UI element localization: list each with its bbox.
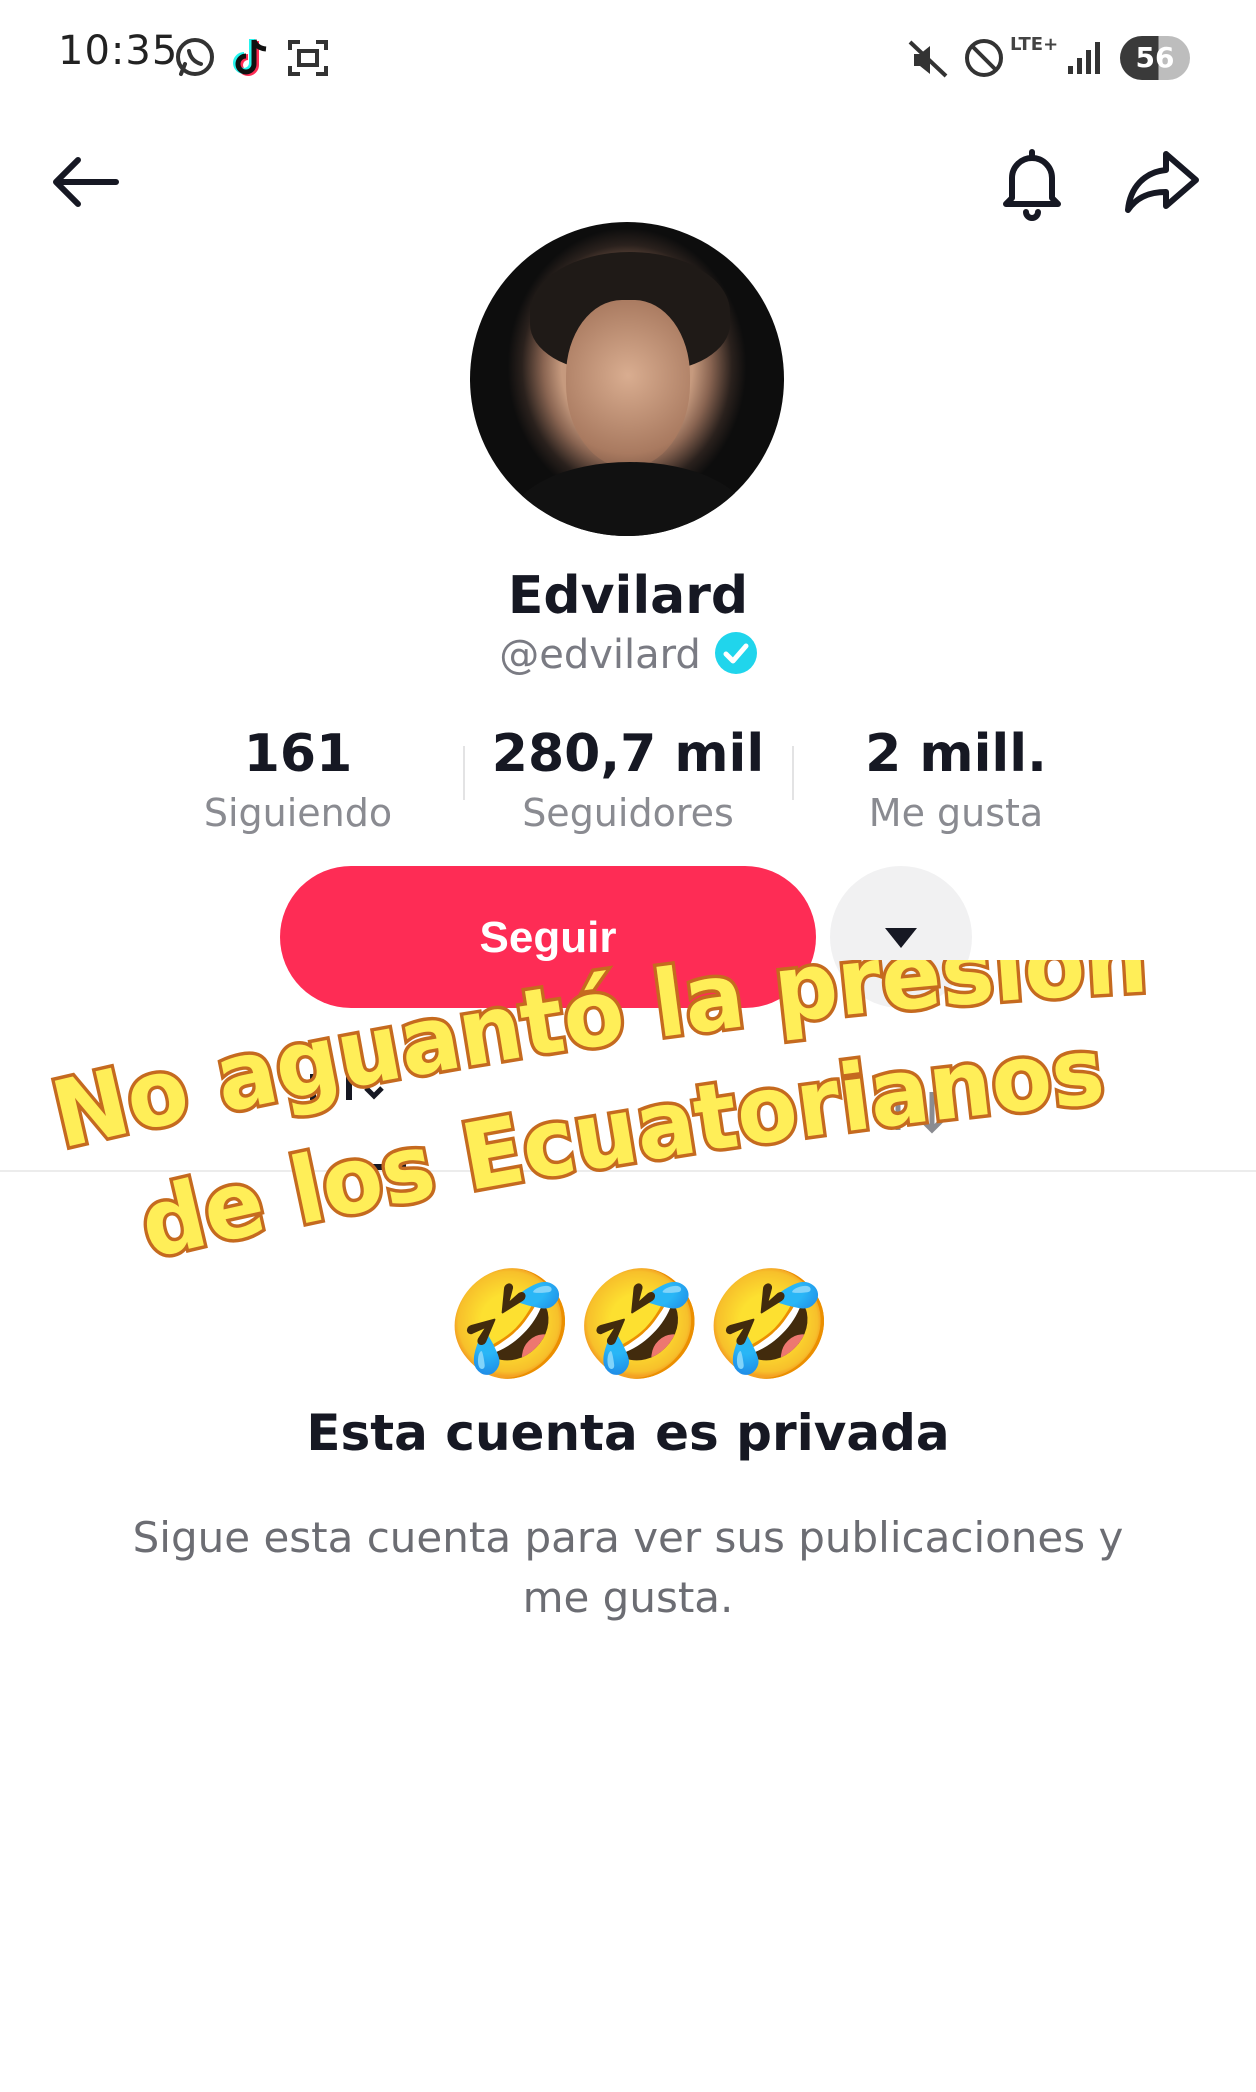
stat-following[interactable]: 161 Siguiendo xyxy=(138,722,458,838)
username: @edvilard xyxy=(499,632,701,678)
stat-label: Me gusta xyxy=(868,791,1044,835)
network-type: LTE+ xyxy=(1010,34,1059,55)
private-account-title: Esta cuenta es privada xyxy=(306,1404,950,1462)
do-not-disturb-icon xyxy=(965,39,1003,77)
battery-indicator: 56 xyxy=(1120,36,1190,80)
username-row: @edvilard xyxy=(0,632,1256,678)
mute-icon xyxy=(908,40,948,78)
profile-name: Edvilard xyxy=(507,566,749,626)
stat-label: Siguiendo xyxy=(203,791,393,835)
stat-followers[interactable]: 280,7 mil Seguidores xyxy=(468,722,788,838)
avatar-shirt xyxy=(510,462,750,536)
whatsapp-icon xyxy=(176,38,214,76)
verified-badge-icon xyxy=(714,632,757,674)
back-arrow-icon[interactable] xyxy=(44,140,128,224)
signal-icon xyxy=(1068,42,1100,74)
private-account-subtitle: Sigue esta cuenta para ver sus publicaci… xyxy=(132,1513,1124,1622)
screenshot-icon xyxy=(288,40,328,76)
share-icon[interactable] xyxy=(1120,140,1204,224)
status-bar: 10:35 LTE+ 56 xyxy=(0,0,1256,120)
avatar[interactable] xyxy=(470,222,784,536)
stat-divider xyxy=(792,746,794,800)
caption-emoji: 🤣🤣🤣 xyxy=(442,1263,834,1390)
stat-likes[interactable]: 2 mill. Me gusta xyxy=(796,722,1116,838)
stat-divider xyxy=(463,746,465,800)
bell-icon[interactable] xyxy=(990,140,1074,224)
overlay-caption: No aguantó la presión de los Ecuatoriano… xyxy=(39,960,1154,1390)
stat-label: Seguidores xyxy=(522,791,734,835)
stat-value: 280,7 mil xyxy=(491,724,765,784)
caret-down-icon xyxy=(885,928,917,948)
avatar-face xyxy=(566,300,690,468)
status-time: 10:35 xyxy=(58,28,179,74)
tiktok-icon xyxy=(233,39,267,76)
stat-value: 2 mill. xyxy=(865,724,1047,784)
stat-value: 161 xyxy=(243,724,353,784)
